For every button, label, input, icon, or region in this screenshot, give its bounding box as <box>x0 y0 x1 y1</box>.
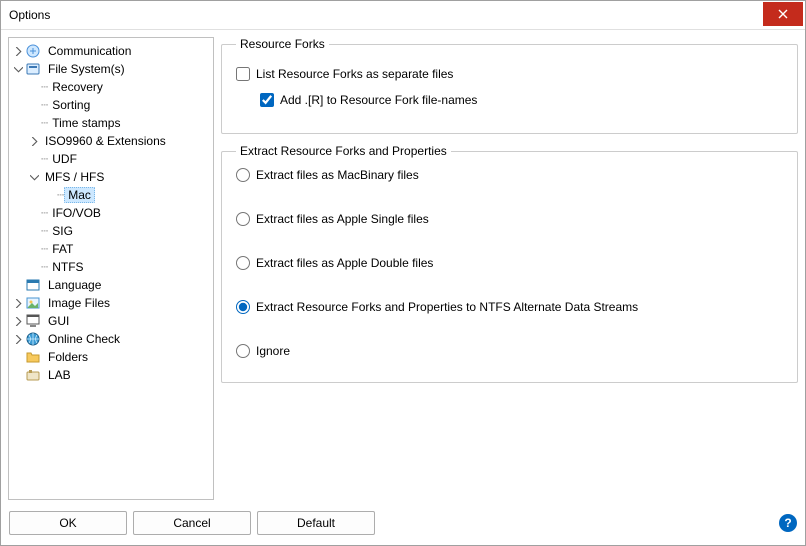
expand-icon[interactable] <box>11 44 25 58</box>
settings-panel: Resource Forks List Resource Forks as se… <box>221 37 798 500</box>
radio-ignore[interactable] <box>236 344 250 358</box>
tree-label: IFO/VOB <box>48 205 105 221</box>
tree-item-udf[interactable]: ┄UDF <box>11 150 211 168</box>
gui-icon <box>25 313 41 329</box>
tree-item-fat[interactable]: ┄FAT <box>11 240 211 258</box>
tree-item-sorting[interactable]: ┄Sorting <box>11 96 211 114</box>
communication-icon <box>25 43 41 59</box>
group-legend: Extract Resource Forks and Properties <box>236 144 451 158</box>
tree-label: ISO9960 & Extensions <box>41 133 170 149</box>
tree-label: MFS / HFS <box>41 169 108 185</box>
tree-item-folders[interactable]: Folders <box>11 348 211 366</box>
radio-label[interactable]: Extract files as Apple Single files <box>256 212 429 226</box>
tree-label: Time stamps <box>48 115 124 131</box>
image-icon <box>25 295 41 311</box>
tree-item-mac[interactable]: ┄Mac <box>11 186 211 204</box>
titlebar: Options <box>1 1 805 30</box>
tree-label: Online Check <box>44 331 124 347</box>
tree-item-iso[interactable]: ISO9960 & Extensions <box>11 132 211 150</box>
tree-item-communication[interactable]: Communication <box>11 42 211 60</box>
radio-label[interactable]: Extract Resource Forks and Properties to… <box>256 300 638 314</box>
default-button[interactable]: Default <box>257 511 375 535</box>
expand-icon[interactable] <box>11 332 25 346</box>
radio-macbinary[interactable] <box>236 168 250 182</box>
help-icon: ? <box>784 516 791 530</box>
expand-icon[interactable] <box>11 314 25 328</box>
tree-label: NTFS <box>48 259 87 275</box>
tree-item-onlinecheck[interactable]: Online Check <box>11 330 211 348</box>
radio-label[interactable]: Ignore <box>256 344 290 358</box>
radio-applesingle[interactable] <box>236 212 250 226</box>
lab-icon <box>25 367 41 383</box>
checkbox-add-r-suffix[interactable] <box>260 93 274 107</box>
window-title: Options <box>9 8 763 22</box>
tree-label: FAT <box>48 241 77 257</box>
category-tree[interactable]: Communication File System(s) ┄Recovery ┄… <box>8 37 214 500</box>
tree-item-recovery[interactable]: ┄Recovery <box>11 78 211 96</box>
radio-label[interactable]: Extract files as MacBinary files <box>256 168 419 182</box>
checkbox-list-resource-forks[interactable] <box>236 67 250 81</box>
globe-icon <box>25 331 41 347</box>
folder-icon <box>25 349 41 365</box>
radio-appledouble[interactable] <box>236 256 250 270</box>
tree-label: GUI <box>44 313 73 329</box>
tree-label: Recovery <box>48 79 107 95</box>
checkbox-label[interactable]: List Resource Forks as separate files <box>256 67 453 81</box>
help-button[interactable]: ? <box>779 514 797 532</box>
expand-icon[interactable] <box>27 134 41 148</box>
tree-label: UDF <box>48 151 81 167</box>
tree-label: File System(s) <box>44 61 129 77</box>
close-button[interactable] <box>763 2 803 26</box>
tree-label: Mac <box>64 187 95 203</box>
tree-label: Image Files <box>44 295 114 311</box>
tree-item-imagefiles[interactable]: Image Files <box>11 294 211 312</box>
tree-label: SIG <box>48 223 77 239</box>
group-resource-forks: Resource Forks List Resource Forks as se… <box>221 37 798 134</box>
tree-item-timestamps[interactable]: ┄Time stamps <box>11 114 211 132</box>
close-icon <box>778 9 788 19</box>
tree-label: Folders <box>44 349 92 365</box>
tree-item-sig[interactable]: ┄SIG <box>11 222 211 240</box>
collapse-icon[interactable] <box>27 170 41 184</box>
group-legend: Resource Forks <box>236 37 329 51</box>
tree-label: Communication <box>44 43 135 59</box>
tree-label: Language <box>44 277 105 293</box>
tree-item-ifovob[interactable]: ┄IFO/VOB <box>11 204 211 222</box>
radio-label[interactable]: Extract files as Apple Double files <box>256 256 433 270</box>
radio-ntfs-ads[interactable] <box>236 300 250 314</box>
tree-item-ntfs[interactable]: ┄NTFS <box>11 258 211 276</box>
language-icon <box>25 277 41 293</box>
tree-item-language[interactable]: Language <box>11 276 211 294</box>
tree-label: Sorting <box>48 97 94 113</box>
tree-label: LAB <box>44 367 75 383</box>
tree-item-lab[interactable]: LAB <box>11 366 211 384</box>
tree-item-gui[interactable]: GUI <box>11 312 211 330</box>
tree-item-filesystems[interactable]: File System(s) <box>11 60 211 78</box>
group-extract: Extract Resource Forks and Properties Ex… <box>221 144 798 383</box>
checkbox-label[interactable]: Add .[R] to Resource Fork file-names <box>280 93 477 107</box>
cancel-button[interactable]: Cancel <box>133 511 251 535</box>
drive-icon <box>25 61 41 77</box>
tree-item-mfshfs[interactable]: MFS / HFS <box>11 168 211 186</box>
collapse-icon[interactable] <box>11 62 25 76</box>
expand-icon[interactable] <box>11 296 25 310</box>
ok-button[interactable]: OK <box>9 511 127 535</box>
dialog-footer: OK Cancel Default ? <box>1 507 805 545</box>
